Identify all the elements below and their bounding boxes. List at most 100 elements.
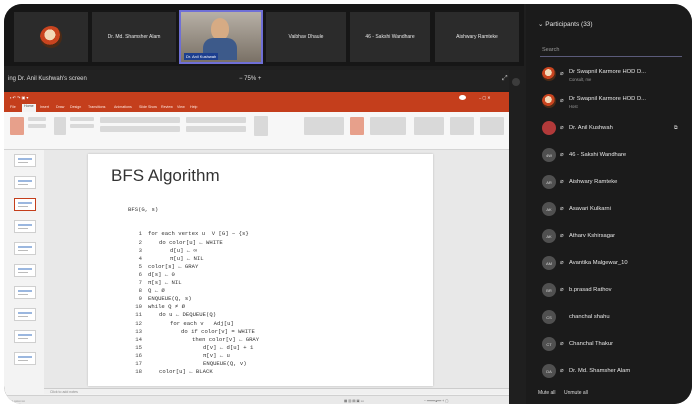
slide-thumbnail-selected[interactable]	[14, 198, 36, 211]
avatar: DA	[542, 364, 556, 378]
ribbon-tab[interactable]: Insert	[40, 105, 49, 109]
cut-icon[interactable]	[28, 117, 46, 121]
code-line: 14 then color[v] ← GRAY	[128, 336, 259, 344]
ribbon-tab-selected[interactable]: Home	[22, 104, 36, 112]
ppt-ribbon	[4, 112, 522, 150]
new-slide-icon[interactable]	[54, 117, 66, 135]
participant-row[interactable]: AR ⌀ Aishwary Ramteke	[542, 172, 690, 194]
code-line: 2 do color[u] ← WHITE	[128, 239, 259, 247]
code-text: for each v Adj[u]	[170, 319, 234, 327]
ribbon-tab[interactable]: Animations	[114, 105, 132, 109]
mic-muted-icon: ⌀	[560, 260, 564, 266]
ribbon-tab[interactable]: Review	[161, 105, 173, 109]
participant-row[interactable]: CT ⌀ Chanchal Thakur	[542, 334, 690, 356]
ribbon-tab[interactable]: Slide Show	[139, 105, 157, 109]
mic-muted-icon: ⌀	[560, 152, 564, 158]
ribbon-tab[interactable]: File	[10, 105, 16, 109]
code-line: 16 π[v] ← u	[128, 352, 259, 360]
code-line: 9 ENQUEUE(Q, s)	[128, 295, 259, 303]
participant-row[interactable]: DA ⌀ Dr. Md. Shamsher Alam	[542, 361, 690, 383]
ribbon-tab[interactable]: View	[177, 105, 185, 109]
code-text: π[u] ← NIL	[170, 254, 204, 262]
code-text: do color[u] ← WHITE	[159, 238, 223, 246]
more-icon[interactable]	[512, 78, 520, 86]
participant-row[interactable]: 4W ⌀ 46 - Sakshi Wandhare	[542, 145, 690, 167]
code-text: for each vertex u V [G] − {s}	[148, 230, 249, 238]
mute-all-button[interactable]: Mute all	[538, 390, 556, 396]
paste-icon[interactable]	[10, 117, 24, 135]
mic-muted-icon: ⌀	[560, 71, 564, 77]
zoom-slider-icon[interactable]: − ━━━━●━━ + ▢	[424, 399, 448, 403]
editing-icons[interactable]	[414, 117, 444, 135]
font-format-icons[interactable]	[100, 126, 180, 132]
ribbon-tab[interactable]: Draw	[56, 105, 64, 109]
avatar: AK	[542, 202, 556, 216]
panel-header[interactable]: ⌄ Participants (33)	[538, 20, 593, 28]
ribbon-tab[interactable]: Transitions	[88, 105, 105, 109]
participant-tile-active-speaker[interactable]: Dr. Anil Kushwah	[179, 10, 263, 64]
participant-tile[interactable]: Dr. Md. Shamsher Alam	[92, 12, 176, 62]
line-number: 18	[135, 368, 142, 376]
slide-title: BFS Algorithm	[111, 166, 220, 185]
chevron-down-icon[interactable]: ⌄	[538, 21, 543, 28]
line-number: 4	[138, 254, 142, 262]
participant-tile[interactable]: Vaibhav Dhaule	[266, 12, 346, 62]
reset-icon[interactable]	[70, 124, 94, 128]
quick-styles-icon[interactable]	[370, 117, 406, 135]
slide-thumbnail[interactable]	[14, 286, 36, 299]
slide-thumbnail[interactable]	[14, 308, 36, 321]
code-line: 4 π[u] ← NIL	[128, 255, 259, 263]
view-buttons-icon[interactable]: ▦ ▥ ▤ ▣ ▭	[344, 399, 364, 403]
shapes-gallery[interactable]	[304, 117, 344, 135]
participant-row[interactable]: ⌀ Dr Swapnil Karmore HOD D... Host	[542, 91, 690, 113]
ribbon-tab[interactable]: Help	[190, 105, 197, 109]
slide-thumbnail[interactable]	[14, 242, 36, 255]
slide-thumbnail[interactable]	[14, 352, 36, 365]
convert-smartart-icon[interactable]	[254, 116, 268, 136]
participant-row[interactable]: BR ⌀ b.prasad Rathov	[542, 280, 690, 302]
participant-tile[interactable]: Aishwary Ramteke	[435, 12, 519, 62]
layout-icon[interactable]	[70, 117, 94, 121]
copy-icon[interactable]	[28, 124, 46, 128]
mic-muted-icon: ⌀	[560, 98, 564, 104]
notes-pane[interactable]: Click to add notes	[44, 388, 522, 394]
mic-muted-icon: ⌀	[560, 341, 564, 347]
participant-tile[interactable]: 46 - Sakshi Wandhare	[350, 12, 430, 62]
avatar: 4W	[542, 148, 556, 162]
slide-thumbnail[interactable]	[14, 220, 36, 233]
slide-thumbnail[interactable]	[14, 264, 36, 277]
participant-row[interactable]: AK ⌀ Atharv Kshirsagar	[542, 226, 690, 248]
slide-thumbnail[interactable]	[14, 154, 36, 167]
unmute-all-button[interactable]: Unmute all	[564, 390, 588, 396]
designer-icon[interactable]	[480, 117, 504, 135]
code-header: BFS(G, s)	[128, 206, 159, 214]
zoom-control[interactable]: − 75% +	[239, 76, 261, 82]
slide-thumbnail[interactable]	[14, 330, 36, 343]
ribbon-tab[interactable]: Design	[70, 105, 81, 109]
participant-name: Aishwary Ramteke	[456, 34, 498, 40]
pop-out-icon[interactable]: ⤢	[502, 75, 508, 83]
font-selector[interactable]	[100, 117, 180, 123]
ppt-title-bar: ▪ ↶ ↷ ▣ ▾ – ▢ ✕	[4, 92, 522, 103]
participant-name: Chanchal Thakur	[569, 341, 614, 347]
participant-row[interactable]: CS chanchal shahu	[542, 307, 690, 329]
align-icons[interactable]	[186, 126, 246, 132]
sharing-label: ing Dr. Anil Kushwah's screen	[8, 76, 87, 82]
participant-row[interactable]: ⌀ Dr Swapnil Karmore HOD D... Consult, me	[542, 64, 690, 86]
participant-row[interactable]: ⌀ Dr. Anil Kushwah ⧉	[542, 118, 690, 140]
arrange-icon[interactable]	[350, 117, 364, 135]
dictate-icon[interactable]	[450, 117, 474, 135]
mic-muted-icon: ⌀	[560, 179, 564, 185]
slide-thumbnail[interactable]	[14, 176, 36, 189]
code-line: 12 for each v Adj[u]	[128, 320, 259, 328]
participant-row[interactable]: AK ⌀ Asavari Kulkarni	[542, 199, 690, 221]
participant-search-input[interactable]: Search	[540, 44, 682, 57]
participant-row[interactable]: AM ⌀ Avantika Malgewar_10	[542, 253, 690, 275]
participant-tile[interactable]	[14, 12, 88, 62]
teams-meeting-window: Dr. Md. Shamsher Alam Dr. Anil Kushwah V…	[4, 4, 692, 404]
current-slide[interactable]: BFS Algorithm BFS(G, s) 1 for each vertex…	[88, 154, 433, 386]
window-controls-icon: – ▢ ✕	[479, 95, 491, 100]
notes-placeholder: Click to add notes	[50, 390, 78, 394]
paragraph-icons[interactable]	[186, 117, 246, 123]
screen-share-bar: ing Dr. Anil Kushwah's screen − 75% + ⤢	[4, 70, 524, 90]
